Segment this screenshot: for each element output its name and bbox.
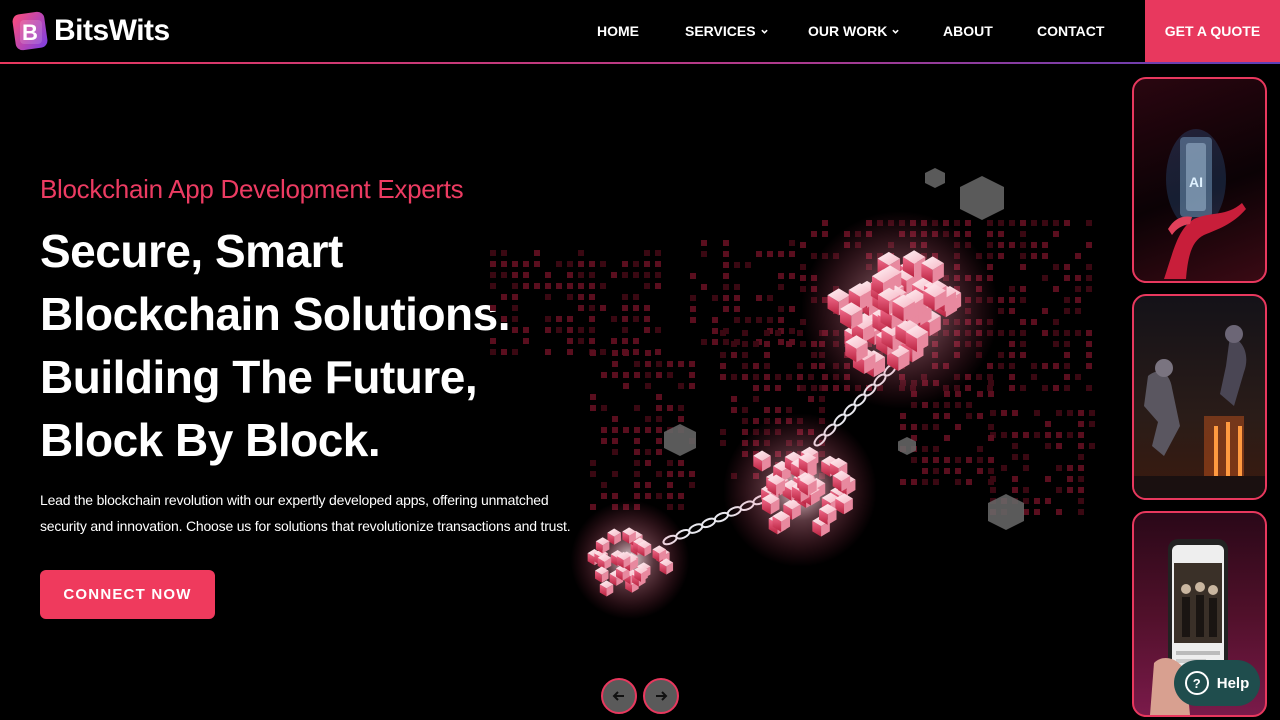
header-divider — [0, 62, 1280, 64]
nav-our-work-label: OUR WORK — [808, 23, 888, 39]
blockchain-illustration — [490, 168, 1095, 620]
nav-services-label: SERVICES — [685, 23, 756, 39]
nav-contact[interactable]: CONTACT — [1037, 23, 1104, 39]
carousel-next-button[interactable] — [643, 678, 679, 714]
arrow-right-icon — [656, 691, 668, 701]
nav-contact-label: CONTACT — [1037, 23, 1105, 39]
carousel-prev-button[interactable] — [601, 678, 637, 714]
question-icon: ? — [1184, 671, 1209, 695]
logo-mark-icon: B — [12, 11, 48, 51]
game-battle-card[interactable] — [1132, 294, 1267, 500]
hero-eyebrow: Blockchain App Development Experts — [40, 174, 464, 204]
nav-home-label: HOME — [597, 23, 639, 39]
nav-home[interactable]: HOME — [597, 23, 639, 39]
svg-text:B: B — [22, 20, 38, 45]
ai-hand-card[interactable]: AI — [1132, 77, 1267, 283]
connect-now-button[interactable]: CONNECT NOW — [40, 570, 215, 619]
chevron-down-icon — [892, 29, 900, 34]
nav-services[interactable]: SERVICES — [685, 23, 768, 39]
help-button[interactable]: ? Help — [1174, 660, 1260, 706]
get-a-quote-button[interactable]: GET A QUOTE — [1145, 0, 1280, 62]
site-header: B BitsWits HOME SERVICES OUR WORK ABOUT … — [0, 0, 1280, 62]
brand-logo[interactable]: B BitsWits — [12, 10, 170, 52]
brand-name: BitsWits — [54, 14, 170, 47]
game-battle-image — [1134, 325, 1265, 498]
nav-about-label: ABOUT — [943, 23, 993, 39]
nav-about[interactable]: ABOUT — [943, 23, 993, 39]
chevron-down-icon — [760, 29, 768, 34]
nav-our-work[interactable]: OUR WORK — [808, 23, 900, 39]
ai-hand-image: AI — [1164, 129, 1246, 279]
arrow-left-icon — [612, 691, 624, 701]
help-label: Help — [1216, 674, 1250, 692]
ai-card-text: AI — [1189, 174, 1203, 190]
